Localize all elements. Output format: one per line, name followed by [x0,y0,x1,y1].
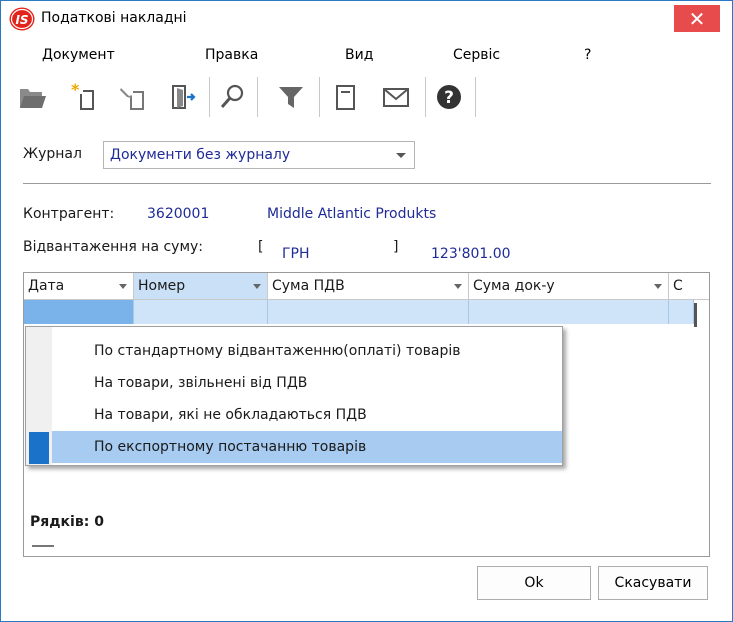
menu-document[interactable]: Документ [42,47,115,63]
chevron-down-icon [654,284,662,289]
tax-invoices-window: IS Податкові накладні ✕ Документ Правка … [0,0,733,622]
table-row[interactable] [469,300,669,324]
vertical-scrollbar[interactable] [694,303,697,327]
contractor-code: 3620001 [147,206,210,222]
search-button[interactable] [216,77,250,117]
toolbar-separator [257,77,258,117]
toolbar-separator [319,77,320,117]
new-document-icon: * [71,82,94,110]
chevron-down-icon [119,284,127,289]
edit-document-icon [120,88,144,110]
shipment-bracket-close: ] [393,239,399,255]
chevron-down-icon [253,284,261,289]
form-icon [336,85,355,110]
horizontal-scrollbar[interactable] [32,545,54,547]
column-doc-sum[interactable]: Сума док-у [469,273,669,300]
shipment-currency: ГРН [282,246,310,262]
shipment-label: Відвантаження на суму: [23,239,204,255]
column-extra[interactable]: С [669,273,709,300]
menu-view[interactable]: Вид [345,47,373,63]
svg-text:IS: IS [15,13,28,27]
mail-button[interactable] [379,77,413,117]
app-logo-icon: IS [9,7,35,31]
help-icon: ? [437,85,461,109]
chevron-down-icon [454,284,462,289]
open-button[interactable] [16,77,50,117]
filter-icon [279,87,303,108]
column-vat-sum[interactable]: Сума ПДВ [268,273,469,300]
journal-label: Журнал [23,146,82,162]
journal-select[interactable]: Документи без журналу [103,141,415,169]
menu-item-export-supply[interactable]: По експортному постачанню товарів [52,431,562,463]
shipment-amount: 123'801.00 [431,246,511,262]
column-number[interactable]: Номер [134,273,268,300]
invoice-type-menu: По стандартному відвантаженню(оплаті) то… [25,326,563,466]
divider [23,183,711,184]
new-document-button[interactable]: * [68,77,102,117]
table-row[interactable] [268,300,469,324]
exit-icon [172,85,196,109]
menu-service[interactable]: Сервіс [453,47,500,63]
menu-help[interactable]: ? [584,47,591,63]
menu-item-standard-shipment[interactable]: По стандартному відвантаженню(оплаті) то… [52,335,562,367]
selection-marker [29,432,49,464]
toolbar: * ? [1,71,732,127]
edit-document-button[interactable] [118,77,152,117]
contractor-label: Контрагент: [23,206,115,222]
table-row[interactable] [24,300,134,324]
window-title: Податкові накладні [41,10,187,26]
column-date[interactable]: Дата [24,273,134,300]
exit-button[interactable] [166,77,200,117]
toolbar-separator [475,77,476,117]
mail-icon [383,88,409,107]
toolbar-separator [209,77,210,117]
toolbar-separator [425,77,426,117]
table-row[interactable] [669,300,694,324]
menu-item-non-taxable[interactable]: На товари, які не обкладаються ПДВ [52,399,562,431]
menu-edit[interactable]: Правка [205,47,258,63]
form-button[interactable] [329,77,363,117]
close-icon: ✕ [688,6,706,31]
menu-item-vat-exempt[interactable]: На товари, звільнені від ПДВ [52,367,562,399]
table-row[interactable] [134,300,268,324]
close-button[interactable]: ✕ [674,5,720,32]
shipment-bracket-open: [ [258,239,264,255]
chevron-down-icon [396,153,406,158]
ok-button[interactable]: Ok [477,566,591,600]
help-button[interactable]: ? [432,77,466,117]
journal-value: Документи без журналу [110,147,291,163]
filter-button[interactable] [274,77,308,117]
rows-count: Рядків: 0 [30,514,104,530]
title-bar: IS Податкові накладні ✕ [1,1,732,37]
svg-text:*: * [71,82,80,99]
search-icon [220,84,244,108]
svg-text:?: ? [444,88,454,108]
cancel-button[interactable]: Скасувати [598,566,708,600]
contractor-name: Middle Atlantic Produkts [267,206,437,222]
menu-bar: Документ Правка Вид Сервіс ? [1,43,732,67]
open-folder-icon [20,89,46,108]
